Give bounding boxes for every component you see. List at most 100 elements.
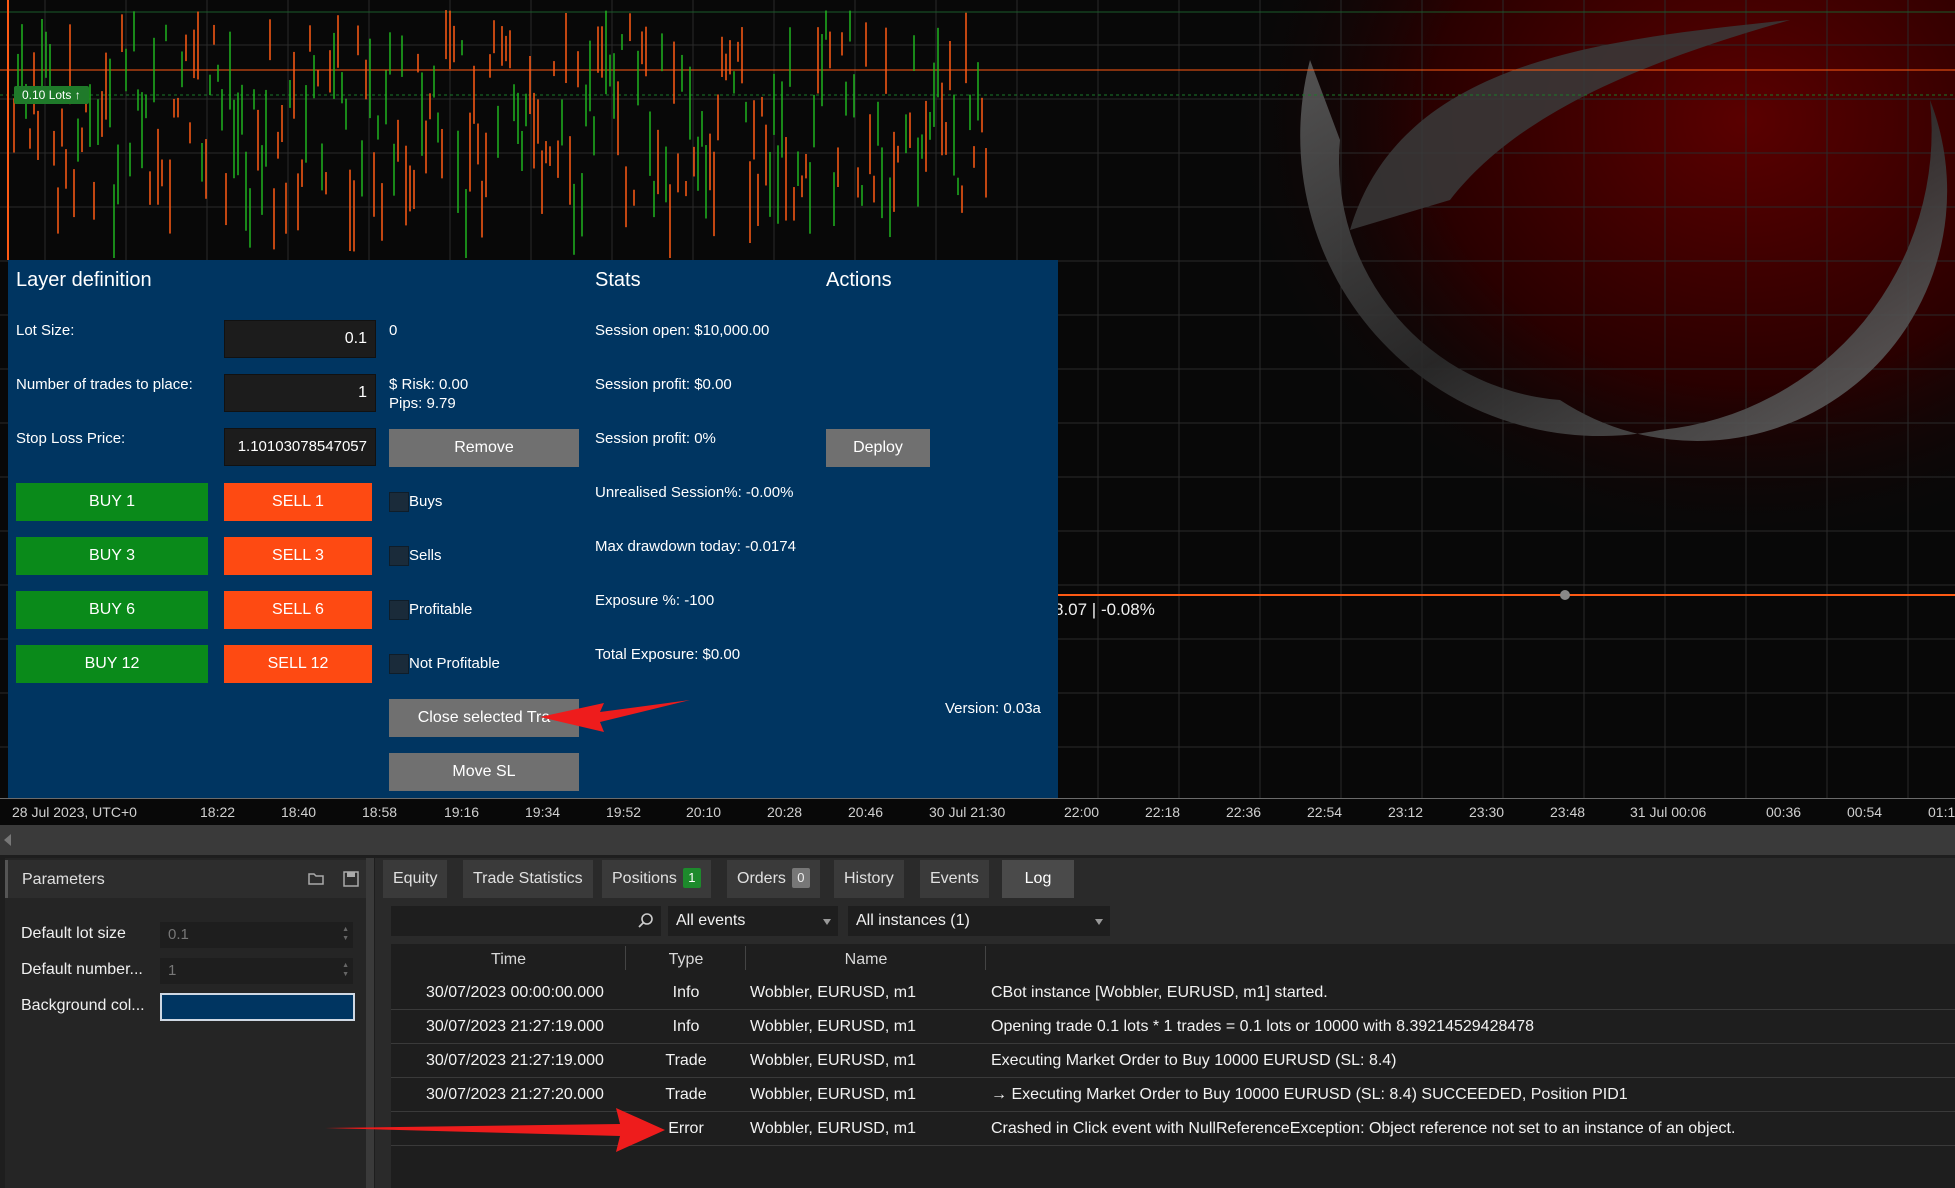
log-time: 30/07/2023 21:27:19.000 xyxy=(426,1052,604,1069)
stat-unrealised: Unrealised Session%: -0.00% xyxy=(595,484,794,501)
folder-open-icon[interactable] xyxy=(308,871,326,887)
close-selected-trades-button[interactable]: Close selected Tra xyxy=(389,699,579,737)
tab-label: Trade Statistics xyxy=(473,870,583,887)
param-background-color-swatch[interactable] xyxy=(160,993,355,1021)
positions-count-badge: 1 xyxy=(682,868,701,888)
tab-trade-statistics[interactable]: Trade Statistics xyxy=(463,860,593,898)
tab-orders[interactable]: Orders 0 xyxy=(727,860,820,898)
not-profitable-checkbox[interactable] xyxy=(389,654,409,674)
save-icon[interactable] xyxy=(342,871,360,887)
time-axis-tick: 31 Jul 00:06 xyxy=(1630,804,1707,820)
log-source-name: Wobbler, EURUSD, m1 xyxy=(750,1052,916,1069)
log-message: Opening trade 0.1 lots * 1 trades = 0.1 … xyxy=(991,1018,1535,1035)
time-axis-tick: 20:28 xyxy=(767,804,803,820)
time-axis-tick: 23:48 xyxy=(1550,804,1586,820)
log-type: Trade xyxy=(665,1052,707,1069)
chevron-down-icon xyxy=(823,919,831,925)
column-header-name[interactable]: Name xyxy=(746,951,986,969)
buy-1-button[interactable]: BUY 1 xyxy=(16,483,208,521)
time-axis-tick: 20:10 xyxy=(686,804,722,820)
stat-max-drawdown: Max drawdown today: -0.0174 xyxy=(595,538,796,555)
param-default-number-input[interactable]: 1 ▲ ▼ xyxy=(160,958,353,984)
time-axis-tick: 28 Jul 2023, UTC+0 xyxy=(12,804,137,820)
sell-3-button[interactable]: SELL 3 xyxy=(224,537,372,575)
buy-3-button[interactable]: BUY 3 xyxy=(16,537,208,575)
buys-checkbox[interactable] xyxy=(389,492,409,512)
time-axis-tick: 18:58 xyxy=(362,804,398,820)
risk-text: $ Risk: 0.00 xyxy=(389,376,469,393)
param-default-lot-size-input[interactable]: 0.1 ▲ ▼ xyxy=(160,922,353,948)
instance-dropdown[interactable]: All instances (1) xyxy=(848,906,1110,936)
time-axis[interactable]: 28 Jul 2023, UTC+0 18:22 18:40 18:58 19:16 19… xyxy=(0,798,1955,824)
deploy-button[interactable]: Deploy xyxy=(826,429,930,467)
tab-equity[interactable]: Equity xyxy=(383,860,448,898)
param-background-color-label: Background col... xyxy=(21,997,145,1014)
stop-loss-input[interactable]: 1.10103078547057 xyxy=(224,428,376,466)
param-default-number-label: Default number... xyxy=(21,961,143,978)
log-source-name: Wobbler, EURUSD, m1 xyxy=(750,1018,916,1035)
not-profitable-checkbox-label: Not Profitable xyxy=(409,655,500,672)
tab-positions[interactable]: Positions 1 xyxy=(602,860,711,898)
buy-12-button[interactable]: BUY 12 xyxy=(16,645,208,683)
tab-label: History xyxy=(844,870,894,887)
log-message: CBot instance [Wobbler, EURUSD, m1] star… xyxy=(991,984,1328,1001)
column-divider[interactable] xyxy=(985,946,986,970)
tab-log[interactable]: Log xyxy=(1002,860,1074,898)
sells-checkbox-label: Sells xyxy=(409,547,442,564)
log-row-error[interactable]: Error Wobbler, EURUSD, m1 Crashed in Cli… xyxy=(391,1112,1955,1146)
time-axis-tick: 23:12 xyxy=(1388,804,1424,820)
parameters-panel: Parameters Default lot size 0.1 ▲ ▼ Defa… xyxy=(5,858,370,1188)
profitable-checkbox[interactable] xyxy=(389,600,409,620)
log-row[interactable]: 30/07/2023 21:27:19.000 Trade Wobbler, E… xyxy=(391,1044,1955,1078)
parameters-scrollbar[interactable] xyxy=(366,858,374,1188)
scroll-left-icon[interactable] xyxy=(4,834,11,846)
tab-history[interactable]: History xyxy=(834,860,904,898)
spinner-down-icon[interactable]: ▼ xyxy=(342,935,349,943)
log-source-name: Wobbler, EURUSD, m1 xyxy=(750,1086,916,1103)
log-row[interactable]: 30/07/2023 21:27:20.000 Trade Wobbler, E… xyxy=(391,1078,1955,1112)
time-axis-tick: 20:46 xyxy=(848,804,884,820)
sell-6-button[interactable]: SELL 6 xyxy=(224,591,372,629)
instance-selected: All instances (1) xyxy=(856,912,970,929)
time-axis-tick: 19:16 xyxy=(444,804,480,820)
lot-size-extra: 0 xyxy=(389,322,398,339)
log-search-input[interactable] xyxy=(391,906,661,936)
buy-6-button[interactable]: BUY 6 xyxy=(16,591,208,629)
version-label: Version: 0.03a xyxy=(945,700,1041,717)
sell-1-button[interactable]: SELL 1 xyxy=(224,483,372,521)
price-chart[interactable]: 0.10 Lots ↑ 8.07 | -0.08% 28 Jul 2023, U… xyxy=(0,0,1955,825)
log-row[interactable]: 30/07/2023 21:27:19.000 Info Wobbler, EU… xyxy=(391,1010,1955,1044)
param-default-lot-size-value: 0.1 xyxy=(168,926,189,943)
parameters-title: Parameters xyxy=(22,871,105,888)
remove-button[interactable]: Remove xyxy=(389,429,579,467)
column-header-time[interactable]: Time xyxy=(391,951,626,969)
layer-definition-heading: Layer definition xyxy=(16,269,152,291)
event-type-dropdown[interactable]: All events xyxy=(668,906,838,936)
tab-label: Positions xyxy=(612,870,677,887)
search-icon[interactable] xyxy=(637,912,655,930)
column-header-type[interactable]: Type xyxy=(626,951,746,969)
lot-size-input[interactable]: 0.1 xyxy=(224,320,376,358)
lots-badge[interactable]: 0.10 Lots ↑ xyxy=(14,86,89,104)
sells-checkbox[interactable] xyxy=(389,546,409,566)
bot-control-panel: Layer definition Stats Actions Lot Size:… xyxy=(8,260,1058,798)
log-message: Executing Market Order to Buy 10000 EURU… xyxy=(991,1052,1397,1069)
spinner-down-icon[interactable]: ▼ xyxy=(342,971,349,979)
log-time: 30/07/2023 21:27:20.000 xyxy=(426,1086,604,1103)
stop-loss-handle[interactable] xyxy=(1560,590,1570,600)
tab-label: Events xyxy=(930,870,979,887)
position-pnl-label: 8.07 | -0.08% xyxy=(1054,600,1155,619)
trades-count-input[interactable]: 1 xyxy=(224,374,376,412)
log-row[interactable]: 30/07/2023 00:00:00.000 Info Wobbler, EU… xyxy=(391,976,1955,1010)
time-axis-tick: 19:34 xyxy=(525,804,561,820)
sell-12-button[interactable]: SELL 12 xyxy=(224,645,372,683)
time-axis-tick: 18:40 xyxy=(281,804,317,820)
stat-total-exposure: Total Exposure: $0.00 xyxy=(595,646,741,663)
spinner-up-icon[interactable]: ▲ xyxy=(342,962,349,970)
panel-splitter[interactable] xyxy=(0,825,1955,855)
move-sl-button[interactable]: Move SL xyxy=(389,753,579,791)
spinner-up-icon[interactable]: ▲ xyxy=(342,926,349,934)
profitable-checkbox-label: Profitable xyxy=(409,601,473,618)
tab-events[interactable]: Events xyxy=(920,860,989,898)
time-axis-tick: 00:54 xyxy=(1847,804,1883,820)
